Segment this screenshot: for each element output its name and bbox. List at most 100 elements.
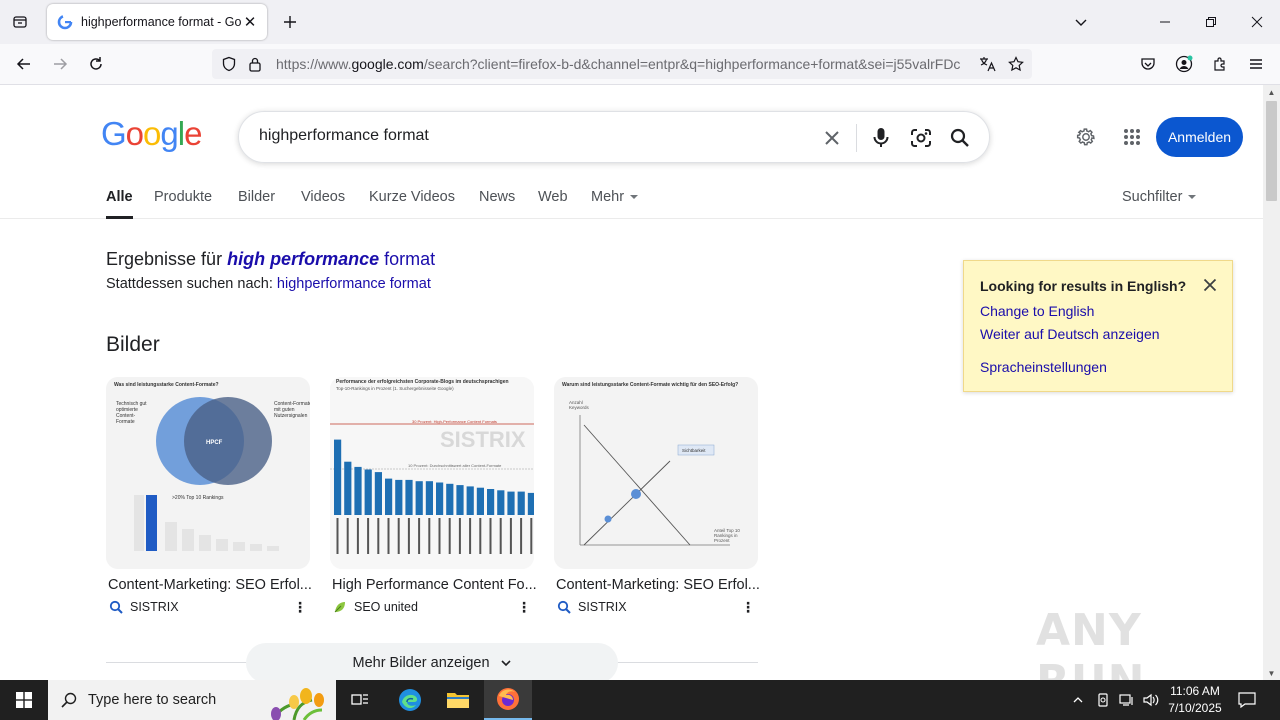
- gear-icon[interactable]: [1072, 123, 1100, 151]
- scroll-down-icon[interactable]: ▼: [1263, 666, 1280, 680]
- thumbnail-bar-label: [448, 518, 451, 554]
- thumbnail-bar-label: [458, 518, 461, 554]
- image-caption[interactable]: High Performance Content Fo...: [332, 577, 536, 593]
- thumbnail-bar-label: [509, 518, 512, 554]
- back-icon[interactable]: [9, 49, 39, 79]
- extensions-icon[interactable]: [1205, 49, 1235, 79]
- google-logo-letter: o: [125, 115, 144, 152]
- close-tab-icon[interactable]: ✕: [241, 13, 259, 31]
- page-scrollbar[interactable]: ▲ ▼: [1263, 85, 1280, 680]
- tab-videos[interactable]: Videos: [301, 189, 345, 219]
- image-source[interactable]: SEO united: [332, 599, 418, 615]
- device-icon[interactable]: [1093, 690, 1113, 710]
- pocket-icon[interactable]: [1133, 49, 1163, 79]
- thumbnail-bar: [395, 479, 403, 515]
- search-box[interactable]: highperformance format: [238, 111, 990, 163]
- thumbnail-bar: [527, 492, 534, 515]
- thumbnail-bar-label: [377, 518, 380, 554]
- scroll-up-icon[interactable]: ▲: [1263, 85, 1280, 99]
- original-query-link[interactable]: highperformance format: [277, 276, 431, 292]
- clear-search-icon[interactable]: [818, 124, 846, 152]
- close-icon[interactable]: [1200, 275, 1220, 295]
- bookmark-star-icon[interactable]: [1002, 49, 1030, 79]
- microphone-icon[interactable]: [867, 124, 895, 152]
- close-window-icon[interactable]: [1234, 0, 1280, 44]
- menu-icon[interactable]: [1241, 49, 1271, 79]
- shield-icon[interactable]: [216, 49, 242, 79]
- svg-text:>20% Top 10 Rankings: >20% Top 10 Rankings: [172, 495, 224, 501]
- image-caption[interactable]: Content-Marketing: SEO Erfol...: [556, 577, 760, 593]
- reload-icon[interactable]: [81, 49, 111, 79]
- tab-web[interactable]: Web: [538, 189, 568, 219]
- browser-tab-active[interactable]: highperformance format - Goog ✕: [47, 4, 267, 40]
- thumbnail-bar: [344, 461, 352, 515]
- task-view-icon[interactable]: [336, 680, 384, 720]
- forward-icon[interactable]: [45, 49, 75, 79]
- google-logo-letter: G: [101, 115, 127, 152]
- tab-all[interactable]: Alle: [106, 189, 133, 219]
- tray-chevron-up-icon[interactable]: [1068, 690, 1088, 710]
- scroll-thumb[interactable]: [1266, 101, 1277, 201]
- thumbnail-bar-label: [407, 518, 410, 554]
- image-result-2[interactable]: Performance der erfolgreichsten Corporat…: [330, 377, 534, 569]
- thumbnail-bar-label: [356, 518, 359, 554]
- svg-text:Was sind leistungsstarke Conte: Was sind leistungsstarke Content-Formate…: [114, 382, 219, 388]
- change-to-english-link[interactable]: Change to English: [980, 303, 1094, 319]
- more-options-icon[interactable]: ⋮: [740, 598, 756, 616]
- notification-icon[interactable]: [1234, 688, 1260, 712]
- search-tabs: Alle Produkte Bilder Videos Kurze Videos…: [0, 185, 1263, 219]
- sign-in-button[interactable]: Anmelden: [1156, 117, 1243, 157]
- more-options-icon[interactable]: ⋮: [292, 598, 308, 616]
- apps-grid-icon[interactable]: [1118, 123, 1146, 151]
- list-all-tabs-icon[interactable]: [1066, 8, 1096, 36]
- more-images-button[interactable]: Mehr Bilder anzeigen: [246, 643, 618, 680]
- language-settings-link[interactable]: Spracheinstellungen: [980, 359, 1107, 375]
- bar-chart-image: Performance der erfolgreichsten Corporat…: [330, 377, 534, 569]
- search-input[interactable]: highperformance format: [259, 127, 429, 145]
- translate-icon[interactable]: [974, 49, 1002, 79]
- image-caption[interactable]: Content-Marketing: SEO Erfol...: [108, 577, 312, 593]
- thumbnail-bar: [446, 483, 454, 515]
- spelling-correction: Ergebnisse für high performance format: [106, 249, 436, 269]
- corrected-query-link[interactable]: high performance: [227, 249, 379, 269]
- restore-icon[interactable]: [1188, 0, 1234, 44]
- google-logo[interactable]: Google: [101, 115, 202, 153]
- more-options-icon[interactable]: ⋮: [516, 598, 532, 616]
- svg-text:SISTRIX: SISTRIX: [440, 427, 526, 452]
- tab-list-icon[interactable]: [4, 8, 36, 36]
- image-source[interactable]: SISTRIX: [108, 599, 179, 615]
- minimize-icon[interactable]: [1142, 0, 1188, 44]
- image-source[interactable]: SISTRIX: [556, 599, 627, 615]
- tab-short-videos[interactable]: Kurze Videos: [369, 189, 455, 219]
- account-icon[interactable]: [1169, 49, 1199, 79]
- tab-images[interactable]: Bilder: [238, 189, 275, 219]
- lock-icon[interactable]: [242, 49, 268, 79]
- tulips-decoration-icon: [271, 688, 324, 720]
- search-icon[interactable]: [946, 124, 974, 152]
- anyrun-watermark: ANY RUN: [1036, 605, 1144, 680]
- edge-browser-icon[interactable]: [386, 680, 434, 720]
- continue-german-link[interactable]: Weiter auf Deutsch anzeigen: [980, 326, 1160, 342]
- volume-icon[interactable]: [1141, 690, 1161, 710]
- image-result-3[interactable]: Warum sind leistungsstarke Content-Forma…: [554, 377, 758, 569]
- tab-more[interactable]: Mehr: [591, 189, 639, 219]
- new-tab-icon[interactable]: [276, 8, 304, 36]
- thumbnail-bar-label: [469, 518, 472, 554]
- firefox-icon[interactable]: [484, 680, 532, 720]
- network-icon[interactable]: [1117, 690, 1137, 710]
- lens-camera-icon[interactable]: [907, 124, 935, 152]
- thumbnail-bar: [374, 472, 382, 515]
- search-filter-button[interactable]: Suchfilter: [1122, 189, 1197, 219]
- thumbnail-bar: [425, 481, 433, 515]
- tab-news[interactable]: News: [479, 189, 515, 219]
- windows-start-icon[interactable]: [0, 680, 48, 720]
- taskbar-search-box[interactable]: Type here to search: [48, 680, 336, 720]
- file-explorer-icon[interactable]: [434, 680, 482, 720]
- taskbar-clock[interactable]: 11:06 AM 7/10/2025: [1160, 683, 1230, 717]
- url-bar[interactable]: https://www.google.com/search?client=fir…: [212, 49, 1032, 79]
- tab-products[interactable]: Produkte: [154, 189, 212, 219]
- tab-title: highperformance format - Goog: [81, 15, 241, 29]
- thumbnail-bar: [497, 490, 505, 515]
- venn-diagram-image: Was sind leistungsstarke Content-Formate…: [106, 377, 310, 569]
- image-result-1[interactable]: Was sind leistungsstarke Content-Formate…: [106, 377, 310, 569]
